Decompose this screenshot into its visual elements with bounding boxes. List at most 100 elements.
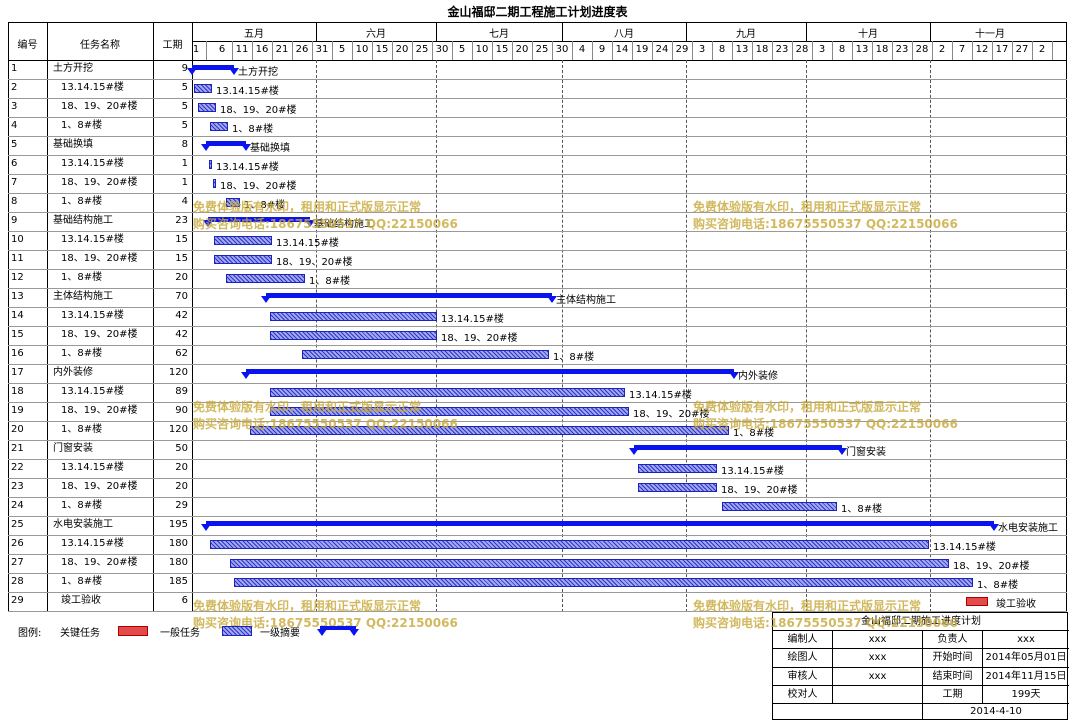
legend-summary-marker (317, 629, 327, 636)
task-number: 2 (11, 82, 18, 93)
task-duration: 6 (181, 595, 188, 606)
task-number: 19 (11, 405, 24, 416)
task-name: 1、8#楼 (61, 348, 103, 359)
task-bar-label: 1、8#楼 (232, 124, 274, 135)
task-number: 1 (11, 63, 18, 74)
watermark-line-1: 免费体验版有水印，租用和正式版显示正常 (193, 200, 422, 214)
summary-bar (266, 293, 552, 298)
task-bar-label: 13.14.15#楼 (629, 390, 692, 401)
day-tick-label: 23 (895, 44, 909, 55)
task-number: 10 (11, 234, 24, 245)
task-duration: 120 (168, 367, 188, 378)
watermark-line-1: 免费体验版有水印，租用和正式版显示正常 (193, 599, 422, 613)
day-tick-label: 25 (415, 44, 429, 55)
task-duration: 15 (175, 253, 188, 264)
summary-start-marker (187, 68, 197, 75)
row-divider (8, 440, 1067, 441)
row-divider (8, 535, 1067, 536)
task-bar-label: 18、19、20#楼 (220, 105, 297, 116)
day-tick-label: 3 (698, 44, 706, 55)
task-name: 1、8#楼 (61, 424, 103, 435)
task-name: 1、8#楼 (61, 120, 103, 131)
duration-label: 工期 (923, 686, 983, 704)
task-bar-label: 1、8#楼 (977, 580, 1019, 591)
summary-bar (634, 445, 842, 450)
task-number: 24 (11, 500, 24, 511)
task-bar-label: 13.14.15#楼 (441, 314, 504, 325)
row-divider (8, 79, 1067, 80)
task-name: 竣工验收 (61, 595, 101, 606)
task-bar-label: 竣工验收 (996, 599, 1036, 610)
column-divider (153, 22, 154, 612)
day-tick-label: 23 (775, 44, 789, 55)
watermark-line-2: 购买咨询电话:18675550537 QQ:22150066 (693, 616, 958, 630)
task-bar-label: 13.14.15#楼 (721, 466, 784, 477)
row-divider (8, 250, 1067, 251)
task-bar-label: 土方开挖 (238, 67, 278, 78)
task-number: 11 (11, 253, 24, 264)
task-bar-label: 1、8#楼 (553, 352, 595, 363)
task-name: 门窗安装 (53, 443, 93, 454)
task-bar (198, 103, 216, 112)
task-duration: 5 (181, 120, 188, 131)
row-divider (8, 497, 1067, 498)
month-label: 六月 (366, 29, 386, 40)
task-name: 1、8#楼 (61, 576, 103, 587)
task-duration: 8 (181, 139, 188, 150)
task-number: 8 (11, 196, 18, 207)
task-bar (209, 160, 212, 169)
task-bar-label: 1、8#楼 (841, 504, 883, 515)
watermark-line-1: 免费体验版有水印，租用和正式版显示正常 (693, 200, 922, 214)
task-number: 25 (11, 519, 24, 530)
task-name: 水电安装施工 (53, 519, 113, 530)
reviewer-value: xxx (833, 668, 923, 686)
editor-label: 编制人 (773, 631, 833, 649)
day-tick-label: 8 (838, 44, 846, 55)
header-divider-1 (192, 41, 1067, 42)
day-tick-label: 21 (275, 44, 289, 55)
proof-value (833, 686, 923, 704)
task-bar (722, 502, 837, 511)
day-tick-label: 24 (655, 44, 669, 55)
task-duration: 90 (175, 405, 188, 416)
task-bar (270, 312, 437, 321)
row-divider (8, 383, 1067, 384)
task-bar (638, 483, 717, 492)
task-bar-label: 1、8#楼 (309, 276, 351, 287)
task-name: 1、8#楼 (61, 196, 103, 207)
task-name: 13.14.15#楼 (61, 158, 124, 169)
task-name: 18、19、20#楼 (61, 177, 138, 188)
task-bar (270, 388, 625, 397)
month-label: 五月 (244, 29, 264, 40)
day-tick-label: 18 (755, 44, 769, 55)
summary-bar (192, 65, 234, 70)
task-duration: 29 (175, 500, 188, 511)
day-tick-label: 7 (958, 44, 966, 55)
task-number: 16 (11, 348, 24, 359)
day-tick-label: 11 (235, 44, 249, 55)
summary-start-marker (201, 144, 211, 151)
task-duration: 195 (168, 519, 188, 530)
task-duration: 70 (175, 291, 188, 302)
month-label: 九月 (736, 29, 756, 40)
task-name: 18、19、20#楼 (61, 329, 138, 340)
month-gridline (562, 60, 563, 612)
day-tick-label: 3 (818, 44, 826, 55)
summary-start-marker (261, 296, 271, 303)
task-number: 22 (11, 462, 24, 473)
owner-label: 负责人 (923, 631, 983, 649)
task-number: 28 (11, 576, 24, 587)
task-duration: 180 (168, 557, 188, 568)
watermark-line-2: 购买咨询电话:18675550537 QQ:22150066 (693, 417, 958, 431)
owner-value: xxx (983, 631, 1069, 649)
task-bar (210, 122, 228, 131)
day-tick-label: 8 (718, 44, 726, 55)
task-duration: 1 (181, 177, 188, 188)
row-divider (8, 155, 1067, 156)
task-duration: 89 (175, 386, 188, 397)
day-tick-label: 10 (355, 44, 369, 55)
task-duration: 62 (175, 348, 188, 359)
task-name: 18、19、20#楼 (61, 253, 138, 264)
gantt-chart-page: 金山福邸二期工程施工计划进度表 金山福邸二期施工进度计划 编制人 xxx 负责人 xxx… (0, 0, 1075, 727)
task-bar-label: 主体结构施工 (556, 295, 616, 306)
